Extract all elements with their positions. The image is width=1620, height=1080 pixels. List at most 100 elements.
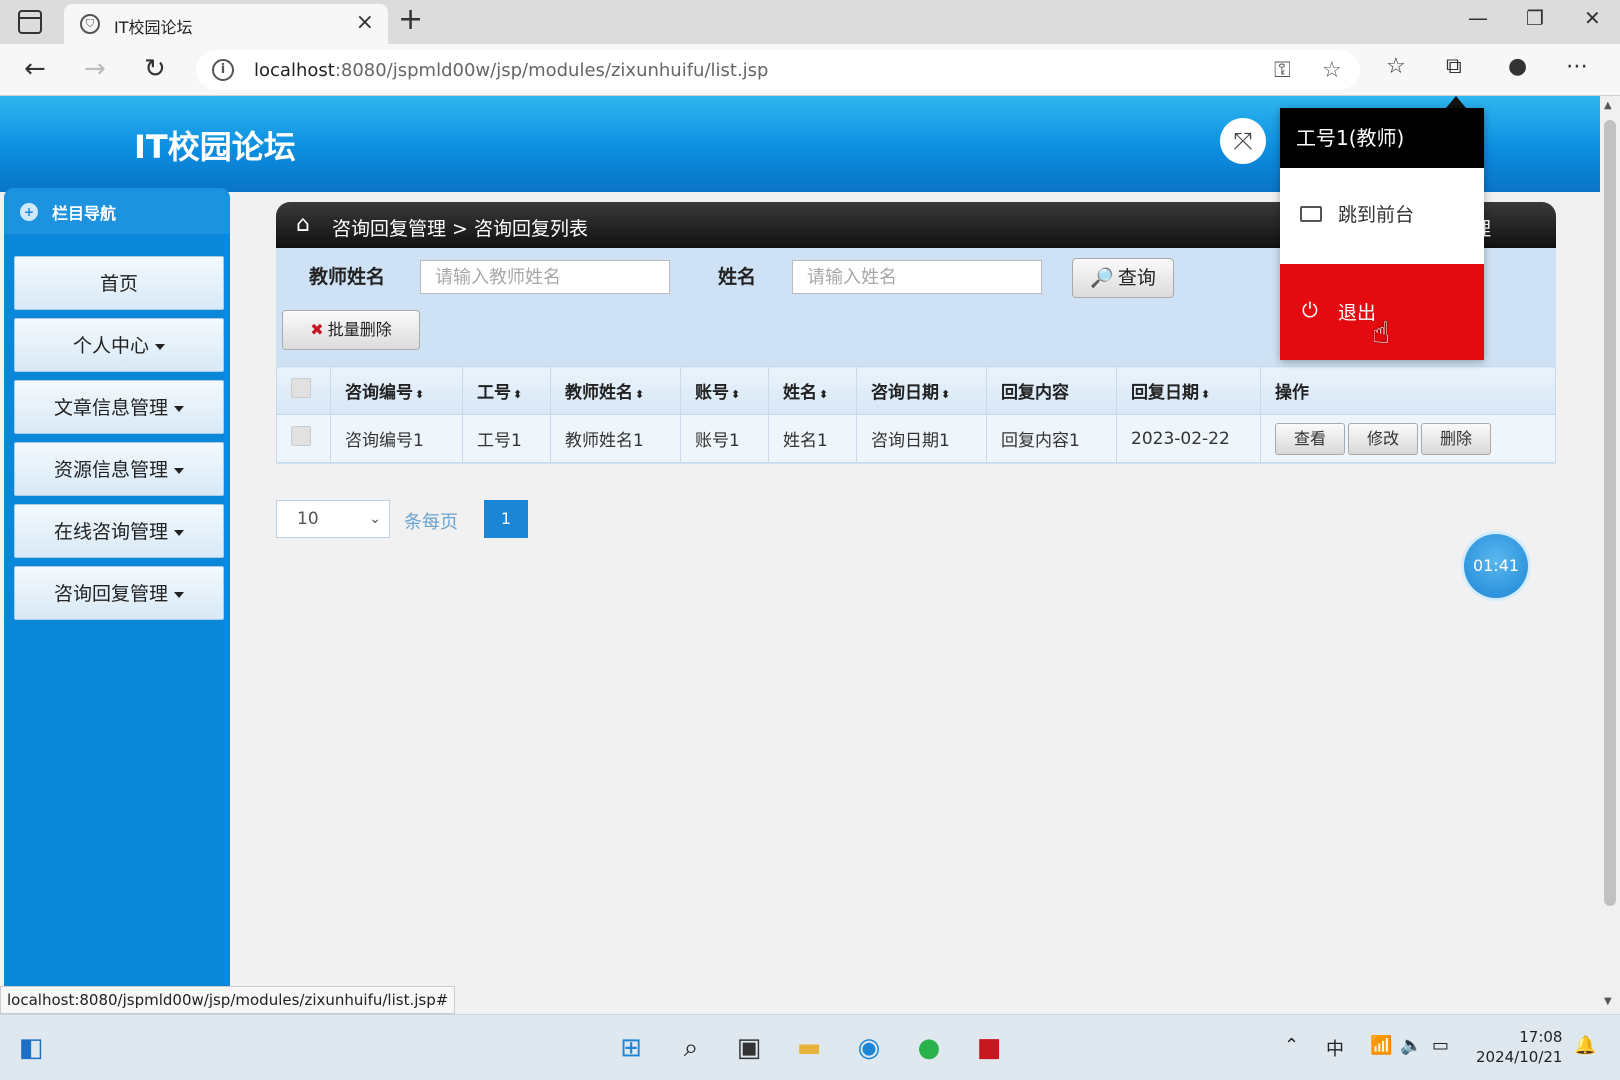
- batch-delete-button[interactable]: ✖ 批量删除: [282, 310, 420, 350]
- logout-label: 退出: [1338, 302, 1377, 324]
- caret-down-icon: [174, 467, 184, 474]
- close-icon[interactable]: ×: [356, 10, 374, 35]
- clock-date: 2024/10/21: [1476, 1048, 1563, 1066]
- status-url: localhost:8080/jspmld00w/jsp/modules/zix…: [0, 986, 456, 1014]
- name-input[interactable]: [792, 260, 1042, 294]
- url-text: localhost:8080/jspmld00w/jsp/modules/zix…: [254, 60, 769, 81]
- column-header[interactable]: 工号 ⬍: [462, 366, 551, 415]
- info-icon[interactable]: i: [212, 59, 234, 81]
- minimize-icon[interactable]: —: [1468, 6, 1488, 30]
- wifi-icon[interactable]: 📶: [1370, 1035, 1392, 1056]
- table-cell: 咨询日期1: [856, 414, 987, 463]
- refresh-icon[interactable]: ↻: [144, 54, 166, 84]
- tab-actions-icon[interactable]: [18, 10, 42, 34]
- wechat-icon[interactable]: ●: [910, 1029, 948, 1067]
- file-explorer-icon[interactable]: ▬: [790, 1029, 828, 1067]
- notification-bell-icon[interactable]: 🔔: [1574, 1035, 1596, 1056]
- sidebar-item-consult-management[interactable]: 在线咨询管理: [14, 504, 224, 558]
- hand-cursor-icon: ☝: [1372, 316, 1391, 351]
- column-header[interactable]: 咨询编号 ⬍: [330, 366, 463, 415]
- task-view-icon[interactable]: ▣: [730, 1029, 768, 1067]
- timer-badge[interactable]: 01:41: [1464, 534, 1528, 598]
- sidebar-item-label: 个人中心: [72, 335, 149, 357]
- go-front-menu-item[interactable]: 跳到前台: [1280, 168, 1484, 264]
- widgets-icon[interactable]: ◧: [12, 1029, 50, 1067]
- batch-delete-label: 批量删除: [327, 320, 392, 339]
- restore-icon[interactable]: ❐: [1526, 6, 1544, 30]
- url-field[interactable]: i localhost:8080/jspmld00w/jsp/modules/z…: [196, 50, 1360, 90]
- clock[interactable]: 17:08 2024/10/21: [1476, 1027, 1562, 1067]
- column-header[interactable]: 账号 ⬍: [680, 366, 769, 415]
- sort-icon: ⬍: [819, 388, 829, 401]
- battery-icon[interactable]: ▭: [1432, 1035, 1449, 1056]
- nav-icon: +: [20, 203, 38, 221]
- teacher-name-input[interactable]: [420, 260, 670, 294]
- table-cell: 工号1: [462, 414, 551, 463]
- windows-start-icon[interactable]: ⊞: [612, 1029, 650, 1067]
- sort-icon: ⬍: [941, 388, 951, 401]
- select-all-checkbox[interactable]: [291, 378, 311, 398]
- forward-icon[interactable]: →: [84, 54, 106, 84]
- scroll-down-icon[interactable]: ▼: [1604, 996, 1612, 1007]
- caret-down-icon: [155, 343, 165, 350]
- column-header-label: 回复日期: [1131, 383, 1199, 403]
- browser-tab[interactable]: ⛉ IT校园论坛 ×: [64, 4, 388, 44]
- page-number-button[interactable]: 1: [484, 500, 528, 538]
- column-header[interactable]: 教师姓名 ⬍: [550, 366, 681, 415]
- search-icon[interactable]: ⌕: [672, 1029, 710, 1067]
- sidebar-item-home[interactable]: 首页: [14, 256, 224, 310]
- volume-icon[interactable]: 🔈: [1400, 1035, 1422, 1056]
- shield-icon: ⛉: [80, 14, 100, 34]
- column-header: 操作: [1260, 366, 1556, 415]
- ime-indicator[interactable]: 中: [1326, 1035, 1344, 1061]
- chevron-up-icon[interactable]: ⌃: [1284, 1035, 1299, 1056]
- query-button-label: 查询: [1117, 267, 1156, 289]
- profile-icon[interactable]: ●: [1508, 54, 1527, 79]
- column-header[interactable]: 姓名 ⬍: [768, 366, 857, 415]
- chevron-down-icon: ⌄: [369, 511, 381, 527]
- scroll-thumb[interactable]: [1604, 120, 1616, 906]
- data-table: 咨询编号 ⬍ 工号 ⬍ 教师姓名 ⬍ 账号 ⬍ 姓名 ⬍ 咨询日期 ⬍ 回复内容 回复日期 ⬍…: [276, 366, 1556, 463]
- sidebar-item-personal-center[interactable]: 个人中心: [14, 318, 224, 372]
- add-favorite-icon[interactable]: ☆: [1322, 58, 1342, 83]
- column-header[interactable]: 咨询日期 ⬍: [856, 366, 987, 415]
- dropdown-arrow: [1446, 96, 1466, 108]
- sidebar-item-resource-management[interactable]: 资源信息管理: [14, 442, 224, 496]
- window-close-icon[interactable]: ✕: [1584, 6, 1601, 30]
- table-header-row: 咨询编号 ⬍ 工号 ⬍ 教师姓名 ⬍ 账号 ⬍ 姓名 ⬍ 咨询日期 ⬍ 回复内容 回复日期 ⬍…: [276, 366, 1556, 415]
- view-button[interactable]: 查看: [1275, 422, 1345, 455]
- fullscreen-icon[interactable]: ⤧: [1220, 118, 1266, 164]
- favorites-icon[interactable]: ☆: [1386, 54, 1406, 79]
- sort-icon: ⬍: [1201, 388, 1211, 401]
- scrollbar[interactable]: ▲ ▼: [1600, 96, 1620, 1014]
- user-name[interactable]: 工号1(教师): [1280, 108, 1484, 168]
- column-header-label: 咨询日期: [871, 383, 939, 403]
- caret-down-icon: [174, 405, 184, 412]
- back-icon[interactable]: ←: [24, 54, 46, 84]
- column-header-label: 操作: [1275, 383, 1309, 403]
- row-checkbox[interactable]: [291, 426, 311, 446]
- delete-button[interactable]: 删除: [1421, 422, 1491, 455]
- clock-time: 17:08: [1519, 1028, 1563, 1046]
- caret-down-icon: [174, 591, 184, 598]
- key-icon[interactable]: ⚿: [1274, 58, 1291, 83]
- sidebar-item-label: 资源信息管理: [53, 459, 168, 481]
- sidebar-item-reply-management[interactable]: 咨询回复管理: [14, 566, 224, 620]
- page-size-value: 10: [297, 509, 319, 529]
- more-icon[interactable]: ⋯: [1566, 54, 1588, 79]
- scroll-up-icon[interactable]: ▲: [1604, 100, 1612, 111]
- column-header[interactable]: 回复日期 ⬍: [1116, 366, 1261, 415]
- sidebar-item-article-management[interactable]: 文章信息管理: [14, 380, 224, 434]
- column-header-label: 账号: [695, 383, 729, 403]
- query-button[interactable]: 🔎 查询: [1072, 258, 1174, 298]
- table-cell: 2023-02-22: [1116, 414, 1261, 463]
- new-tab-icon[interactable]: +: [398, 2, 423, 37]
- edge-icon[interactable]: ◉: [850, 1029, 888, 1067]
- page-size-select[interactable]: 10 ⌄: [276, 500, 390, 538]
- app-title: IT校园论坛: [134, 128, 296, 166]
- column-header-label: 姓名: [783, 383, 817, 403]
- home-icon[interactable]: ⌂: [296, 212, 310, 237]
- edit-button[interactable]: 修改: [1348, 422, 1418, 455]
- collections-icon[interactable]: ⧉: [1446, 54, 1462, 79]
- intellij-icon[interactable]: ■: [970, 1029, 1008, 1067]
